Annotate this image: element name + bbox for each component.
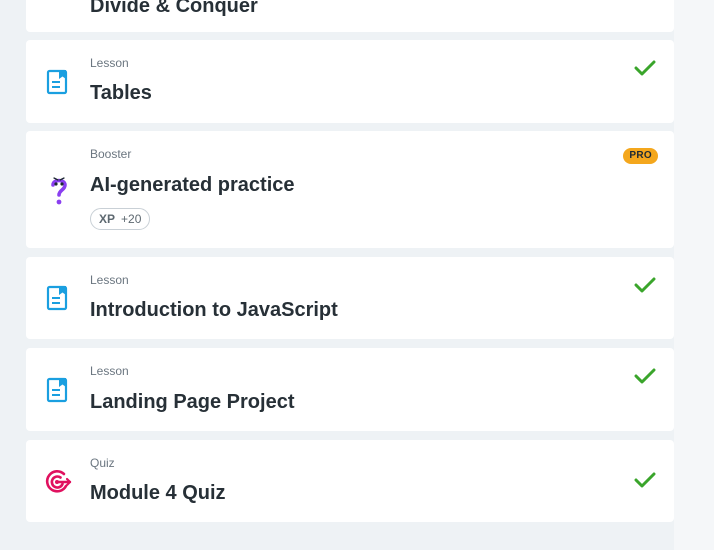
pro-badge: PRO xyxy=(623,148,658,164)
list-item-ai-practice[interactable]: Booster AI-generated practice PRO XP +20 xyxy=(26,131,674,248)
item-title: Landing Page Project xyxy=(90,391,295,413)
xp-value: +20 xyxy=(121,212,142,226)
item-title: Divide & Conquer xyxy=(90,0,258,17)
item-type: Lesson xyxy=(90,56,129,70)
xp-label: XP xyxy=(99,212,116,226)
lesson-document-icon xyxy=(46,377,68,403)
item-title: AI-generated practice xyxy=(90,174,295,196)
item-type: Lesson xyxy=(90,273,129,287)
item-title: Module 4 Quiz xyxy=(90,482,226,504)
item-type: Booster xyxy=(90,147,132,161)
lesson-document-icon xyxy=(46,69,68,95)
xp-reward-pill: XP +20 xyxy=(90,208,151,230)
question-mark-icon xyxy=(51,177,67,205)
list-item-intro-javascript[interactable]: Lesson Introduction to JavaScript xyxy=(26,257,674,339)
checkmark-icon xyxy=(634,472,656,488)
item-title: Introduction to JavaScript xyxy=(90,299,338,321)
item-type: Lesson xyxy=(90,364,129,378)
lesson-document-icon xyxy=(46,285,68,311)
checkmark-icon xyxy=(634,368,656,384)
list-item-module-quiz[interactable]: Quiz Module 4 Quiz xyxy=(26,440,674,522)
checkmark-icon xyxy=(634,60,656,76)
list-item-tables[interactable]: Lesson Tables xyxy=(26,40,674,123)
target-icon xyxy=(45,470,72,493)
item-title: Tables xyxy=(90,82,152,104)
list-item-landing-page[interactable]: Lesson Landing Page Project xyxy=(26,348,674,431)
item-type: Quiz xyxy=(90,456,115,470)
scroll-gutter xyxy=(674,0,714,550)
list-item-divide-conquer[interactable]: Divide & Conquer xyxy=(26,0,674,32)
checkmark-icon xyxy=(634,277,656,293)
